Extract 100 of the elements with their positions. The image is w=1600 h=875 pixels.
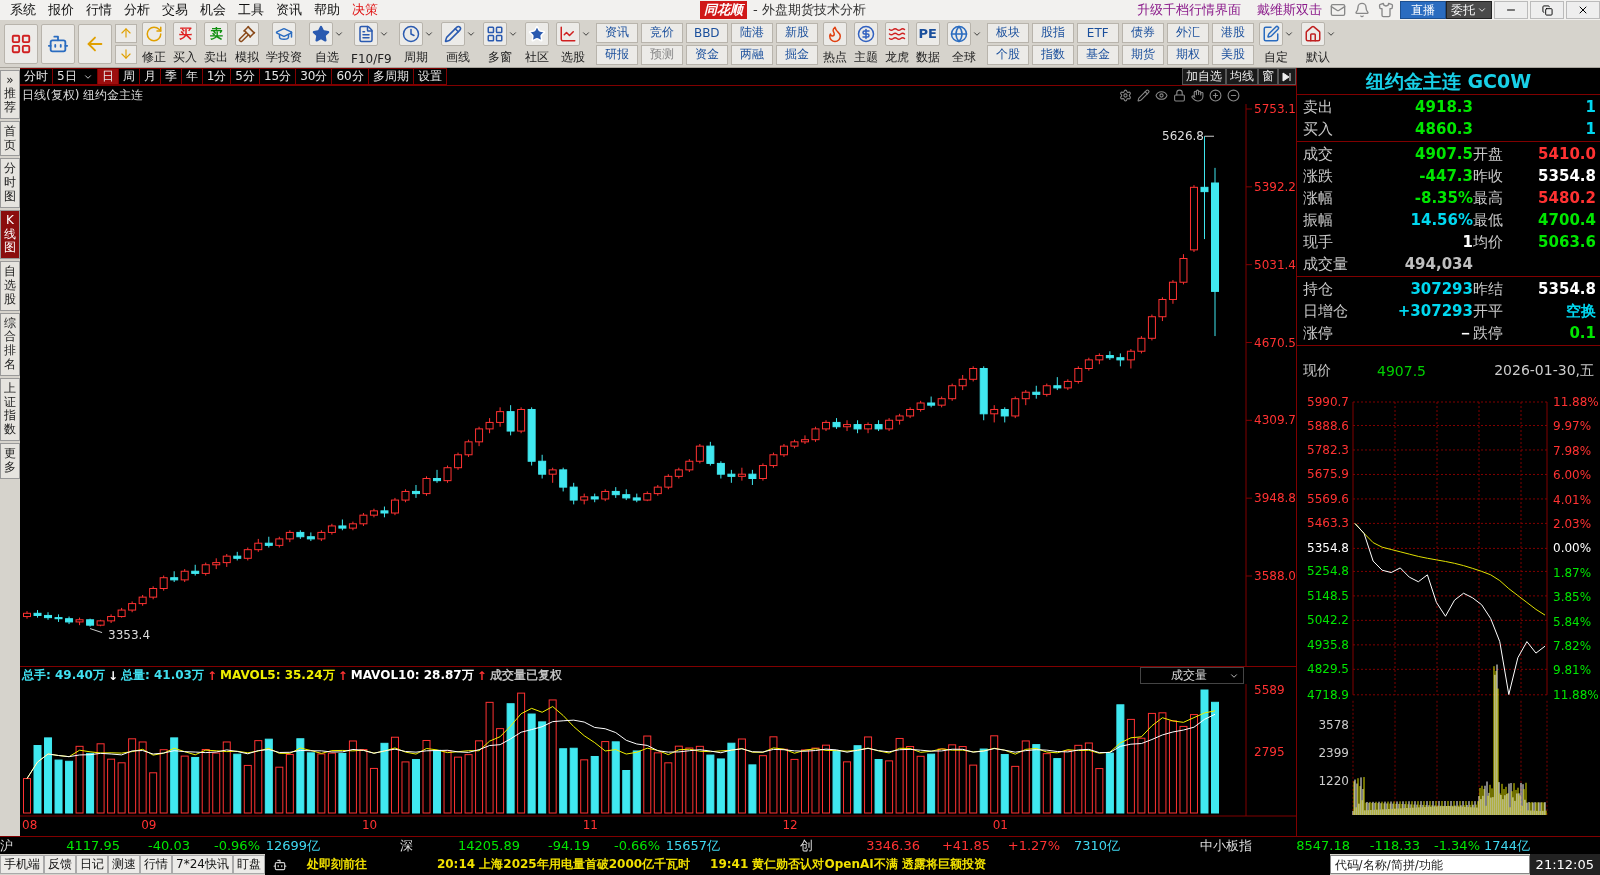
quote-value: 4700.4 bbox=[1537, 211, 1596, 229]
toolbar-button[interactable]: 买 买入 bbox=[171, 21, 199, 66]
period-tab[interactable]: 30分 bbox=[296, 68, 333, 85]
toolbar-button[interactable]: 模拟 bbox=[233, 21, 261, 66]
period-tab[interactable]: 1分 bbox=[202, 68, 232, 85]
menu-item[interactable]: 交易 bbox=[156, 1, 194, 19]
toolbar-button[interactable]: 画线 bbox=[438, 21, 478, 66]
toolbar-button[interactable]: F10/F9 bbox=[349, 21, 394, 66]
quick-button[interactable]: 陆港 bbox=[730, 22, 773, 43]
quick-button[interactable]: 研报 bbox=[595, 44, 638, 65]
menu-item[interactable]: 报价 bbox=[42, 1, 80, 19]
indicator-dropdown[interactable]: 成交量 bbox=[1140, 667, 1244, 684]
menu-item[interactable]: 工具 bbox=[232, 1, 270, 19]
price-axis-label: 5675.9 bbox=[1307, 467, 1349, 482]
search-field[interactable]: 代码/名称/简拼/功能 bbox=[1329, 855, 1530, 874]
order-button[interactable]: 委托 bbox=[1446, 1, 1492, 19]
quick-button[interactable]: 两融 bbox=[730, 44, 773, 65]
quick-button[interactable]: 股指 bbox=[1031, 22, 1074, 43]
quick-button[interactable]: BBD bbox=[685, 22, 728, 43]
side-tab[interactable]: 自选股 bbox=[0, 261, 20, 311]
status-link[interactable]: 行情 bbox=[140, 855, 172, 874]
chart-button[interactable]: 加自选 bbox=[1182, 68, 1226, 85]
quick-button[interactable]: 资金 bbox=[685, 44, 728, 65]
menu-item[interactable]: 决策 bbox=[346, 1, 384, 19]
side-tab[interactable]: 更多 bbox=[0, 442, 20, 479]
toolbar-button[interactable]: 周期 bbox=[396, 21, 436, 66]
quick-button[interactable]: 指数 bbox=[1031, 44, 1074, 65]
chart-button[interactable]: 窗 bbox=[1258, 68, 1278, 85]
status-link[interactable]: 日记 bbox=[76, 855, 108, 874]
toolbar-button[interactable]: 卖 卖出 bbox=[202, 21, 230, 66]
price-axis-label: 5569.6 bbox=[1307, 491, 1349, 506]
status-link[interactable]: 盯盘 bbox=[232, 855, 265, 874]
period-tab[interactable]: 多周期 bbox=[368, 68, 414, 85]
period-tab[interactable]: 年 bbox=[181, 68, 203, 85]
menu-item[interactable]: 分析 bbox=[118, 1, 156, 19]
live-button[interactable]: 直播 bbox=[1400, 1, 1446, 19]
toolbar-button[interactable]: 全球 bbox=[944, 21, 984, 66]
quote-value: 1 bbox=[1461, 233, 1473, 251]
menu-item[interactable]: 系统 bbox=[4, 1, 42, 19]
toolbar-button[interactable]: PE 数据 bbox=[913, 21, 942, 66]
quick-button[interactable]: 美股 bbox=[1211, 44, 1254, 65]
menu-item[interactable]: 行情 bbox=[80, 1, 118, 19]
quick-button[interactable]: 外汇 bbox=[1166, 22, 1209, 43]
quick-button[interactable]: 资讯 bbox=[595, 22, 638, 43]
news-ticker-item[interactable]: 19:41 黄仁勋否认对OpenAI不满 透露将巨额投资 bbox=[710, 856, 986, 873]
status-link[interactable]: 手机端 bbox=[0, 855, 44, 874]
toolbar-button[interactable]: 学投资 bbox=[264, 21, 304, 66]
period-tab[interactable]: 周 bbox=[118, 68, 140, 85]
toolbar-button[interactable]: 多窗 bbox=[480, 21, 520, 66]
side-tab[interactable]: K线图 bbox=[0, 209, 20, 260]
toolbar-button[interactable]: 热点 bbox=[820, 21, 849, 66]
quick-button[interactable]: 港股 bbox=[1211, 22, 1254, 43]
quick-button[interactable]: 掘金 bbox=[775, 44, 818, 65]
period-tab[interactable]: 季 bbox=[160, 68, 182, 85]
side-tab[interactable]: 分时图 bbox=[0, 158, 20, 208]
side-tab[interactable]: 综合排名 bbox=[0, 312, 20, 376]
period-tab[interactable]: 5分 bbox=[231, 68, 260, 85]
period-tab[interactable]: 分时 bbox=[20, 68, 53, 85]
clock-time: 21:12:05 bbox=[1529, 854, 1600, 875]
status-link[interactable]: 反馈 bbox=[44, 855, 76, 874]
menu-item[interactable]: 资讯 bbox=[270, 1, 308, 19]
quick-button[interactable]: 个股 bbox=[986, 44, 1029, 65]
chart-button[interactable]: 均线 bbox=[1226, 68, 1258, 85]
glyph-icon: 买 bbox=[178, 24, 192, 43]
menu-item[interactable]: 机会 bbox=[194, 1, 232, 19]
period-tab[interactable]: 月 bbox=[139, 68, 161, 85]
date-axis-label: 09 bbox=[141, 818, 157, 831]
period-tab[interactable]: 日 bbox=[97, 68, 119, 85]
toolbar-button[interactable]: 选股 bbox=[553, 21, 593, 66]
toolbar-button[interactable]: 自选 bbox=[307, 21, 346, 66]
side-tab[interactable]: 上证指数 bbox=[0, 377, 20, 441]
side-tab[interactable]: 首页 bbox=[0, 120, 20, 157]
quick-button[interactable]: ETF bbox=[1076, 22, 1119, 43]
quick-button[interactable]: 新股 bbox=[775, 22, 818, 43]
period-tab[interactable]: 60分 bbox=[332, 68, 369, 85]
quick-button[interactable]: 板块 bbox=[986, 22, 1029, 43]
header-link[interactable]: 升级千档行情界面 bbox=[1137, 1, 1241, 19]
news-ticker-item[interactable]: 20:14 上海2025年用电量首破2000亿千瓦时 bbox=[436, 856, 691, 873]
menu-item[interactable]: 帮助 bbox=[308, 1, 346, 19]
quick-button[interactable]: 债券 bbox=[1121, 22, 1164, 43]
toolbar-button[interactable]: 龙虎 bbox=[882, 21, 911, 66]
status-link[interactable]: 7*24快讯 bbox=[172, 855, 233, 874]
quick-button[interactable]: 竞价 bbox=[640, 22, 683, 43]
toolbar-button[interactable]: 默认 bbox=[1298, 21, 1338, 66]
toolbar-button[interactable]: 主题 bbox=[851, 21, 880, 66]
status-link[interactable]: 测速 bbox=[108, 855, 140, 874]
quick-button[interactable]: 期货 bbox=[1121, 44, 1164, 65]
percent-axis-label: 4.01% bbox=[1553, 492, 1592, 507]
side-tab[interactable]: » 推荐 bbox=[0, 70, 20, 119]
header-link[interactable]: 戴维斯双击 bbox=[1257, 1, 1322, 19]
quick-button[interactable]: 基金 bbox=[1076, 44, 1119, 65]
index-change: -40.03 bbox=[147, 838, 190, 853]
toolbar-button[interactable]: 修正 bbox=[140, 21, 168, 66]
period-tab[interactable]: 5日 bbox=[53, 68, 98, 85]
quick-button[interactable]: 期权 bbox=[1166, 44, 1209, 65]
period-tab[interactable]: 15分 bbox=[259, 68, 297, 85]
period-tab[interactable]: 设置 bbox=[413, 68, 447, 85]
quote-label: 买入 bbox=[1303, 119, 1334, 139]
toolbar-button[interactable]: 社区 bbox=[522, 21, 551, 66]
toolbar-button[interactable]: 自定 bbox=[1256, 21, 1296, 66]
